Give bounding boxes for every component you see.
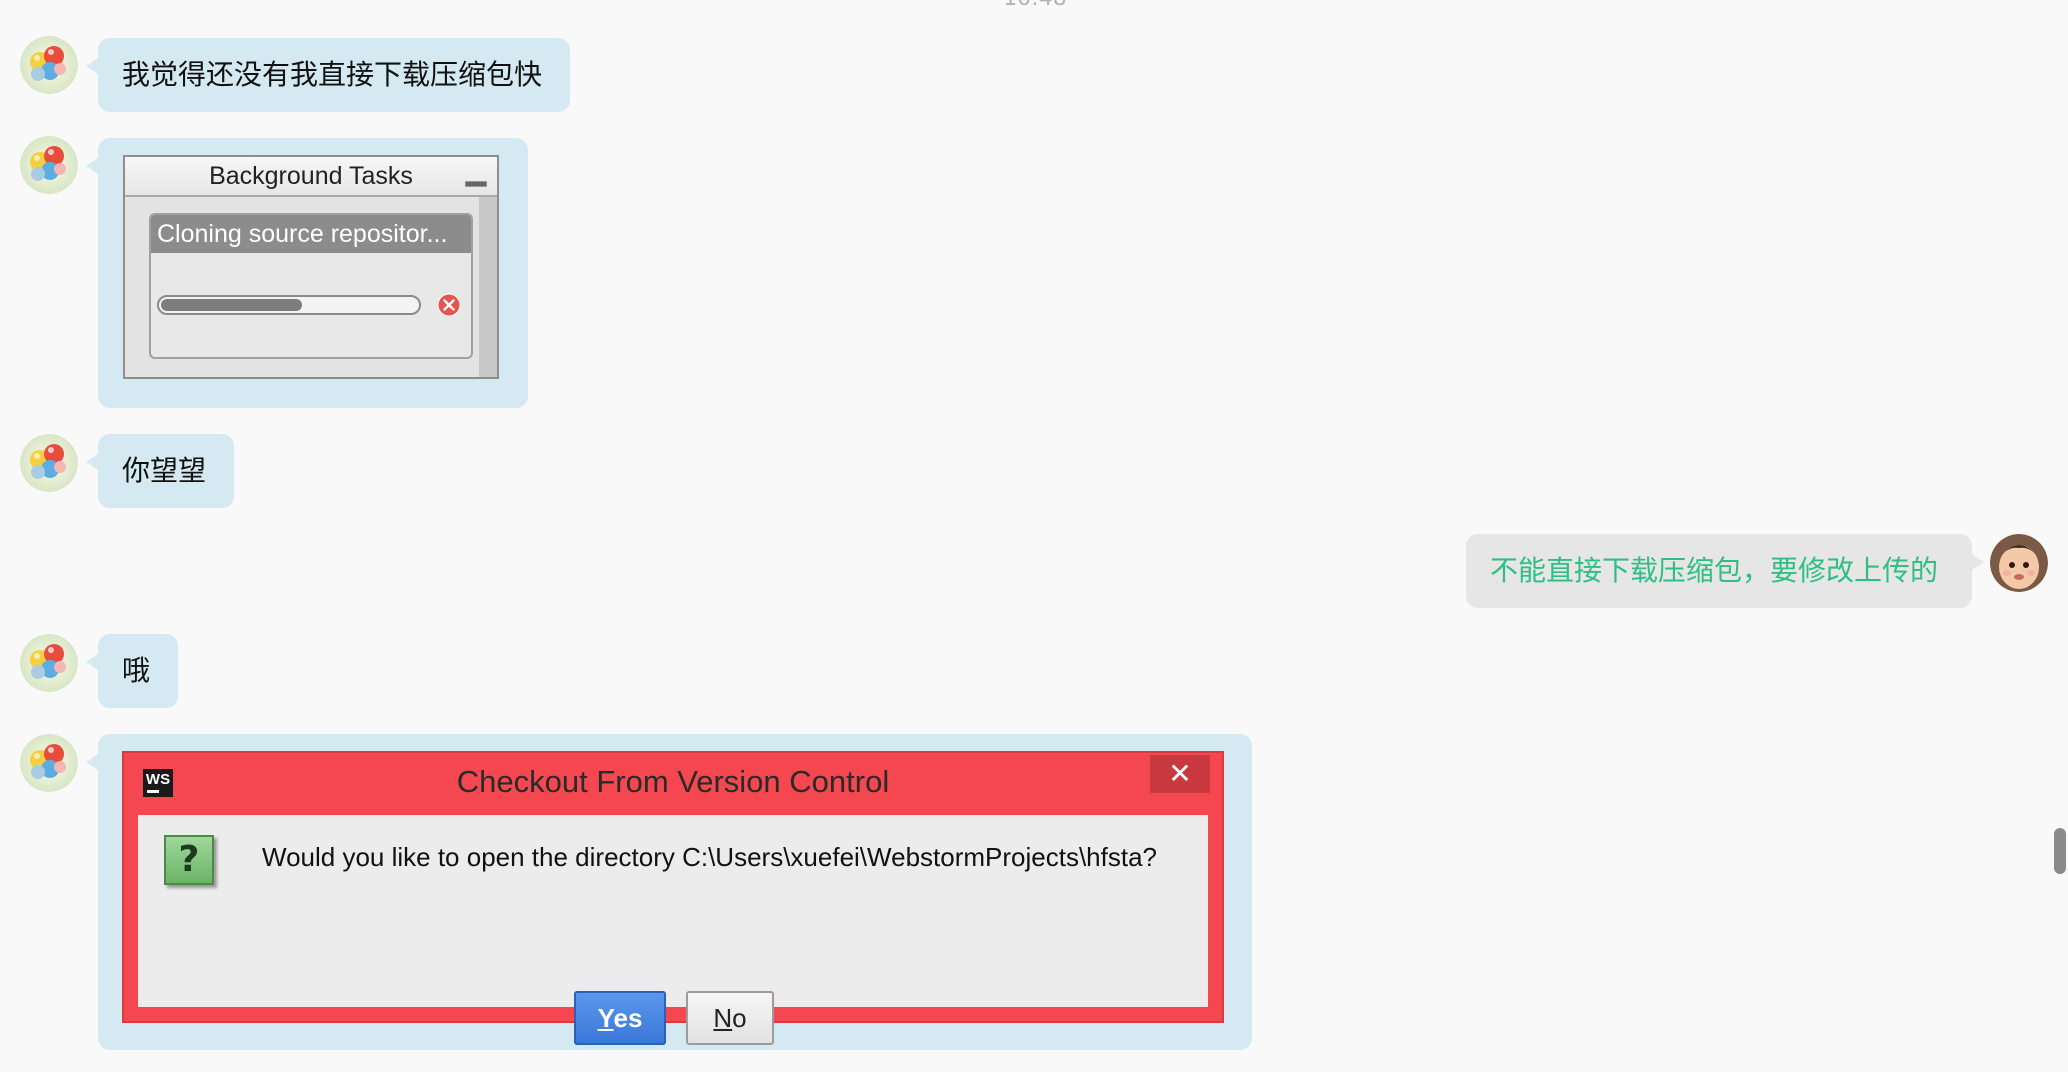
message-text: 你望望 (122, 454, 207, 487)
dialog-title: Checkout From Version Control (456, 764, 890, 799)
yes-button[interactable]: Yes (574, 991, 666, 1045)
balloons-avatar-icon[interactable] (20, 136, 78, 194)
dialog-message: Would you like to open the directory C:\… (262, 842, 1157, 872)
message-text: 我觉得还没有我直接下载压缩包快 (122, 58, 543, 91)
chat-scrollbar-thumb[interactable] (2054, 828, 2066, 874)
task-panel: Cloning source repositor... (149, 213, 473, 359)
task-progress-bar (157, 295, 421, 315)
message-text: 哦 (122, 654, 151, 687)
message-text: 不能直接下载压缩包，要修改上传的 (1490, 554, 1939, 587)
task-label: Cloning source repositor... (151, 215, 471, 253)
balloons-avatar-icon[interactable] (20, 434, 78, 492)
task-progress-fill (161, 299, 302, 311)
outgoing-message-bubble[interactable]: 不能直接下载压缩包，要修改上传的 (1466, 534, 1984, 608)
background-tasks-window[interactable]: Background Tasks Cloning source reposito… (123, 155, 499, 379)
chat-timestamp: 10:48 (970, 0, 1100, 11)
message-bubble[interactable]: 哦 (86, 634, 178, 708)
cancel-circle-icon[interactable] (437, 293, 461, 317)
minimize-icon[interactable] (465, 181, 487, 187)
close-icon[interactable]: ✕ (1150, 755, 1210, 793)
checkout-dialog: WS Checkout From Version Control ✕ ? Wou… (122, 751, 1224, 1045)
question-icon: ? (164, 835, 214, 885)
baby-photo-avatar-icon[interactable] (1990, 534, 2048, 592)
background-tasks-scrollbar[interactable] (479, 197, 497, 377)
dialog-body: ? Would you like to open the directory C… (138, 815, 1208, 1045)
message-bubble[interactable]: 我觉得还没有我直接下载压缩包快 (86, 38, 570, 112)
balloons-avatar-icon[interactable] (20, 734, 78, 792)
balloons-avatar-icon[interactable] (20, 36, 78, 94)
background-tasks-title: Background Tasks (125, 157, 497, 197)
balloons-avatar-icon[interactable] (20, 634, 78, 692)
no-button[interactable]: No (686, 991, 774, 1045)
message-bubble[interactable]: 你望望 (86, 434, 234, 508)
